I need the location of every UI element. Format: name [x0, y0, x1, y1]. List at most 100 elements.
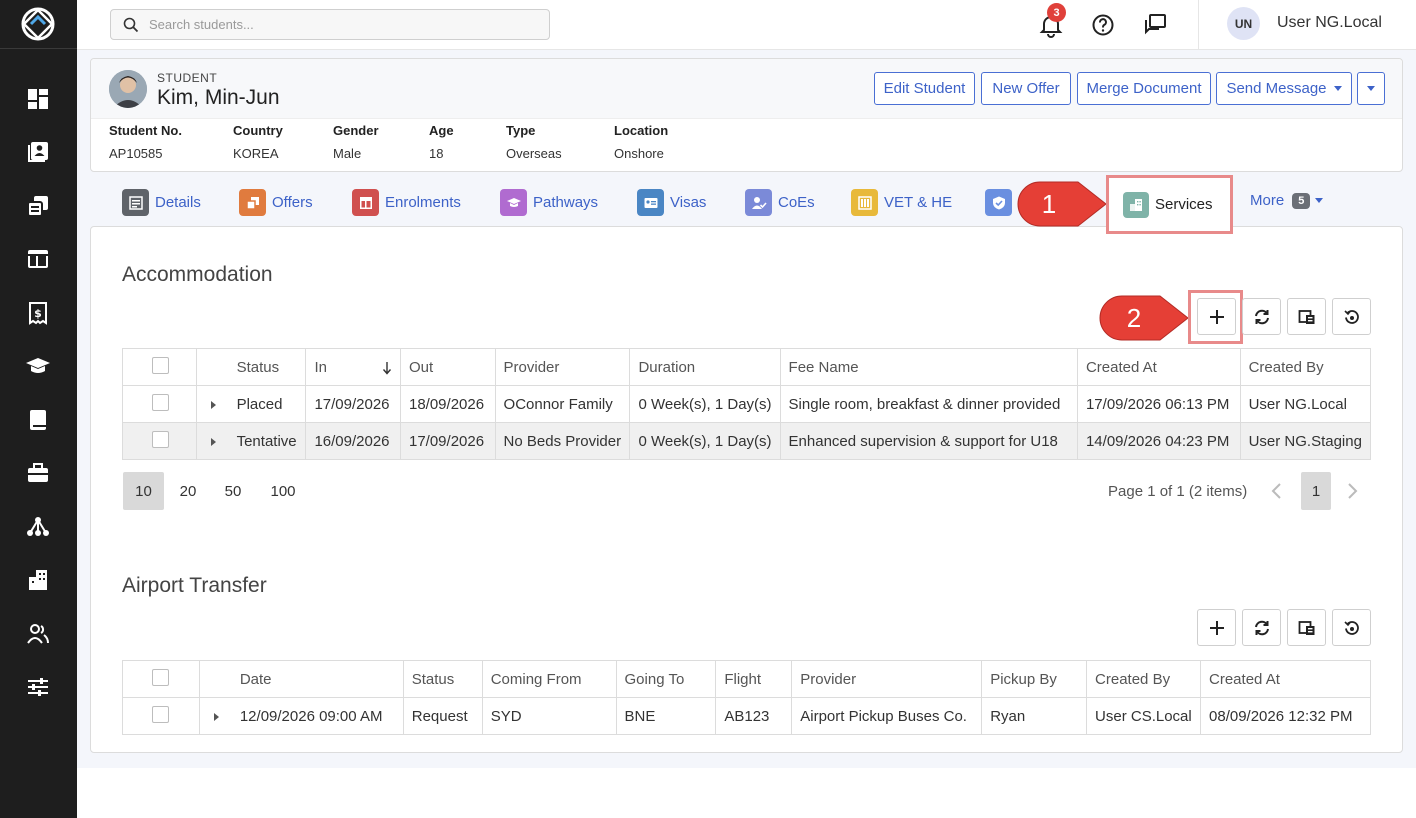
row-checkbox[interactable] [152, 705, 169, 723]
column-header[interactable]: Provider [494, 348, 631, 386]
column-header[interactable]: Provider [791, 660, 983, 698]
table-row[interactable]: Placed 17/09/2026 18/09/2026 OConnor Fam… [122, 385, 1372, 423]
column-header[interactable]: Fee Name [779, 348, 1078, 386]
page-size-100[interactable]: 100 [260, 472, 306, 510]
info-value: KOREA [233, 146, 279, 161]
more-actions-dropdown[interactable] [1357, 72, 1385, 105]
column-header[interactable]: Duration [629, 348, 781, 386]
table-header-row: Status In Out Provider Duration Fee Name… [122, 348, 1372, 386]
expand-row-icon[interactable] [213, 712, 219, 721]
airport-transfer-table: Date Status Coming From Going To Flight … [122, 660, 1371, 735]
user-name[interactable]: User NG.Local [1277, 14, 1382, 32]
tab-label: CoEs [778, 194, 815, 211]
expand-row-icon[interactable] [210, 437, 216, 446]
tab-services[interactable]: Services [1106, 175, 1233, 234]
select-all-checkbox[interactable] [152, 356, 169, 374]
student-header: STUDENT Kim, Min-Jun Edit Student New Of… [91, 59, 1402, 119]
created-at-cell: 08/09/2026 12:32 PM [1200, 697, 1371, 735]
reset-layout-button[interactable] [1332, 609, 1371, 646]
tab-visas[interactable]: Visas [637, 189, 706, 216]
building-icon[interactable] [25, 567, 51, 593]
tab-more[interactable]: More 5 [1250, 192, 1324, 209]
fee-name-cell: Single room, breakfast & dinner provided [779, 385, 1078, 423]
page-size-50[interactable]: 50 [213, 472, 253, 510]
user-avatar[interactable]: UN [1227, 7, 1260, 40]
table-row[interactable]: Tentative 16/09/2026 17/09/2026 No Beds … [122, 422, 1372, 460]
merge-document-button[interactable]: Merge Document [1077, 72, 1211, 105]
enrolments-icon[interactable] [25, 246, 51, 272]
tab-compliance[interactable] [985, 189, 1018, 216]
edit-student-button[interactable]: Edit Student [874, 72, 975, 105]
column-header[interactable]: Coming From [481, 660, 617, 698]
tab-label: Pathways [533, 194, 599, 211]
search-box[interactable] [110, 9, 550, 40]
column-header[interactable]: Created By [1239, 348, 1372, 386]
tab-label: VET & HE [884, 194, 953, 211]
column-chooser-button[interactable] [1287, 609, 1326, 646]
column-header[interactable]: Out [399, 348, 496, 386]
messages-icon[interactable] [1142, 12, 1168, 38]
tab-vet-he[interactable]: VET & HE [851, 189, 952, 216]
tab-pathways[interactable]: Pathways [500, 189, 598, 216]
more-count-badge: 5 [1292, 192, 1311, 209]
help-icon[interactable] [1090, 12, 1116, 38]
tab-details[interactable]: Details [122, 189, 201, 216]
column-header[interactable]: Created At [1076, 348, 1241, 386]
chevron-right-icon[interactable] [1343, 481, 1361, 501]
network-icon[interactable] [25, 514, 51, 540]
reset-layout-button[interactable] [1332, 298, 1371, 335]
tab-offers[interactable]: Offers [239, 189, 313, 216]
table-header-row: Date Status Coming From Going To Flight … [122, 660, 1371, 698]
fees-icon[interactable]: $ [25, 300, 51, 326]
send-message-button[interactable]: Send Message [1216, 72, 1352, 105]
student-records-icon[interactable] [25, 139, 51, 165]
graduation-cap-icon[interactable] [25, 353, 51, 379]
settings-sliders-icon[interactable] [25, 674, 51, 700]
column-header[interactable]: Created At [1200, 660, 1371, 698]
page-size-20[interactable]: 20 [168, 472, 208, 510]
row-checkbox[interactable] [152, 430, 169, 448]
page-size-10[interactable]: 10 [123, 472, 164, 510]
offers-icon[interactable] [25, 193, 51, 219]
info-value: Overseas [506, 146, 562, 161]
book-icon[interactable] [25, 407, 51, 433]
add-accommodation-button[interactable] [1197, 298, 1236, 335]
column-header[interactable]: Status [402, 660, 483, 698]
select-all-checkbox[interactable] [152, 668, 169, 686]
chevron-left-icon[interactable] [1268, 481, 1286, 501]
pickup-by-cell: Ryan [981, 697, 1088, 735]
column-header[interactable]: Status [195, 348, 307, 386]
column-header-in[interactable]: In [305, 348, 401, 386]
page-number-button[interactable]: 1 [1301, 472, 1331, 510]
tab-coes[interactable]: CoEs [745, 189, 815, 216]
column-header[interactable]: Created By [1086, 660, 1202, 698]
refresh-airport-button[interactable] [1242, 609, 1281, 646]
search-input[interactable] [149, 17, 529, 32]
add-airport-transfer-button[interactable] [1197, 609, 1236, 646]
column-chooser-button[interactable] [1287, 298, 1326, 335]
student-photo [109, 70, 147, 108]
info-label: Gender [333, 123, 379, 138]
tab-label: Services [1155, 196, 1213, 213]
row-checkbox[interactable] [152, 393, 169, 411]
info-location: Location Onshore [614, 123, 668, 161]
table-row[interactable]: 12/09/2026 09:00 AM Request SYD BNE AB12… [122, 697, 1371, 735]
briefcase-icon[interactable] [25, 460, 51, 486]
users-icon[interactable] [25, 621, 51, 647]
app-logo-icon[interactable] [18, 4, 58, 44]
new-offer-button[interactable]: New Offer [981, 72, 1071, 105]
airport-transfer-title: Airport Transfer [122, 574, 267, 597]
expand-row-icon[interactable] [210, 400, 216, 409]
column-header[interactable]: Date [198, 660, 404, 698]
refresh-accommodation-button[interactable] [1242, 298, 1281, 335]
sidebar-divider [0, 48, 77, 49]
column-header[interactable]: Flight [715, 660, 793, 698]
column-header[interactable]: Pickup By [981, 660, 1088, 698]
dashboard-icon[interactable] [25, 86, 51, 112]
created-by-cell: User NG.Local [1239, 385, 1372, 423]
column-header[interactable]: Going To [615, 660, 717, 698]
provider-cell: Airport Pickup Buses Co. [791, 697, 983, 735]
reset-icon [1343, 309, 1359, 324]
tab-enrolments[interactable]: Enrolments [352, 189, 461, 216]
columns-icon [1298, 309, 1314, 324]
